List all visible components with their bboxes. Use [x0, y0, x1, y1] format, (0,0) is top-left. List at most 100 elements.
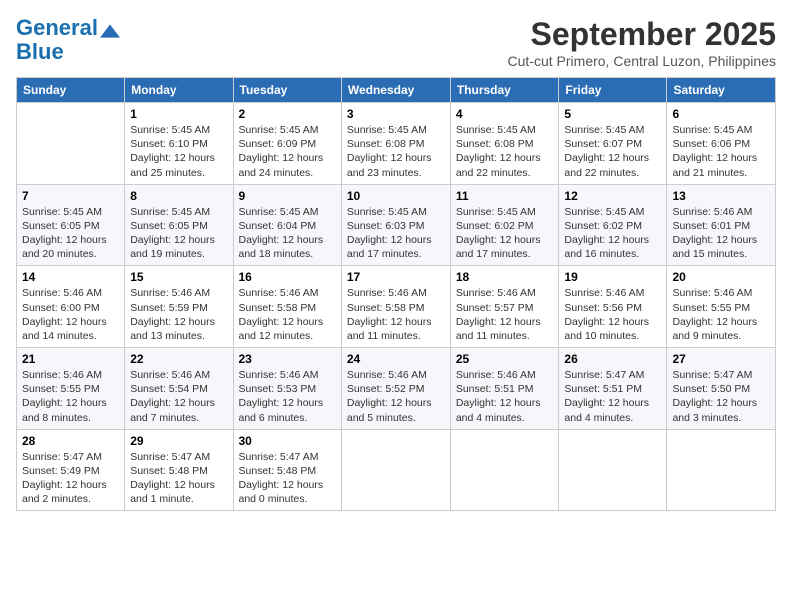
- day-number: 26: [564, 352, 661, 366]
- calendar-cell: 24 Sunrise: 5:46 AMSunset: 5:52 PMDayligh…: [341, 348, 450, 430]
- calendar-cell: 13 Sunrise: 5:46 AMSunset: 6:01 PMDayligh…: [667, 184, 776, 266]
- cell-info: Sunrise: 5:45 AMSunset: 6:02 PMDaylight:…: [456, 205, 554, 262]
- day-number: 29: [130, 434, 227, 448]
- calendar-cell: 25Sunrise: 5:46 AMSunset: 5:51 PMDayligh…: [450, 348, 559, 430]
- day-number: 11: [456, 189, 554, 203]
- cell-info: Sunrise: 5:47 AMSunset: 5:51 PMDaylight:…: [564, 368, 661, 425]
- calendar-cell: 29 Sunrise: 5:47 AMSunset: 5:48 PMDayligh…: [125, 429, 233, 511]
- day-number: 1: [130, 107, 227, 121]
- cell-info: Sunrise: 5:45 AMSunset: 6:05 PMDaylight:…: [22, 205, 119, 262]
- cell-info: Sunrise: 5:46 AMSunset: 5:53 PMDaylight:…: [239, 368, 336, 425]
- calendar-cell: 3 Sunrise: 5:45 AMSunset: 6:08 PMDaylight…: [341, 103, 450, 185]
- calendar-header-cell: Monday: [125, 78, 233, 103]
- day-number: 24: [347, 352, 445, 366]
- day-number: 21: [22, 352, 119, 366]
- calendar-header-cell: Wednesday: [341, 78, 450, 103]
- calendar-cell: 21 Sunrise: 5:46 AMSunset: 5:55 PMDayligh…: [17, 348, 125, 430]
- cell-info: Sunrise: 5:46 AMSunset: 5:56 PMDaylight:…: [564, 286, 661, 343]
- calendar-cell: 2Sunrise: 5:45 AMSunset: 6:09 PMDaylight…: [233, 103, 341, 185]
- cell-info: Sunrise: 5:46 AMSunset: 5:58 PMDaylight:…: [239, 286, 336, 343]
- calendar-cell: 1Sunrise: 5:45 AMSunset: 6:10 PMDaylight…: [125, 103, 233, 185]
- day-number: 28: [22, 434, 119, 448]
- calendar-cell: 14Sunrise: 5:46 AMSunset: 6:00 PMDayligh…: [17, 266, 125, 348]
- day-number: 16: [239, 270, 336, 284]
- calendar-header-cell: Saturday: [667, 78, 776, 103]
- cell-info: Sunrise: 5:45 AMSunset: 6:07 PMDaylight:…: [564, 123, 661, 180]
- page-header: GeneralBlue September 2025 Cut-cut Prime…: [16, 16, 776, 69]
- calendar-cell: 18 Sunrise: 5:46 AMSunset: 5:57 PMDayligh…: [450, 266, 559, 348]
- cell-info: Sunrise: 5:46 AMSunset: 5:54 PMDaylight:…: [130, 368, 227, 425]
- cell-info: Sunrise: 5:45 AMSunset: 6:05 PMDaylight:…: [130, 205, 227, 262]
- cell-info: Sunrise: 5:47 AMSunset: 5:48 PMDaylight:…: [239, 450, 336, 507]
- day-number: 4: [456, 107, 554, 121]
- calendar-cell: [559, 429, 667, 511]
- calendar-cell: 12 Sunrise: 5:45 AMSunset: 6:02 PMDayligh…: [559, 184, 667, 266]
- day-number: 5: [564, 107, 661, 121]
- day-number: 25: [456, 352, 554, 366]
- cell-info: Sunrise: 5:45 AMSunset: 6:09 PMDaylight:…: [239, 123, 336, 180]
- calendar-cell: 6Sunrise: 5:45 AMSunset: 6:06 PMDaylight…: [667, 103, 776, 185]
- subtitle: Cut-cut Primero, Central Luzon, Philippi…: [508, 53, 776, 69]
- calendar-header-cell: Sunday: [17, 78, 125, 103]
- calendar-cell: 10 Sunrise: 5:45 AMSunset: 6:03 PMDayligh…: [341, 184, 450, 266]
- cell-info: Sunrise: 5:45 AMSunset: 6:08 PMDaylight:…: [347, 123, 445, 180]
- calendar-header-cell: Friday: [559, 78, 667, 103]
- calendar-cell: 4 Sunrise: 5:45 AMSunset: 6:08 PMDaylight…: [450, 103, 559, 185]
- calendar-week-row: 1Sunrise: 5:45 AMSunset: 6:10 PMDaylight…: [17, 103, 776, 185]
- calendar-cell: 7 Sunrise: 5:45 AMSunset: 6:05 PMDaylight…: [17, 184, 125, 266]
- calendar-cell: 28 Sunrise: 5:47 AMSunset: 5:49 PMDayligh…: [17, 429, 125, 511]
- day-number: 3: [347, 107, 445, 121]
- calendar-cell: [450, 429, 559, 511]
- calendar: SundayMondayTuesdayWednesdayThursdayFrid…: [16, 77, 776, 511]
- calendar-cell: 16 Sunrise: 5:46 AMSunset: 5:58 PMDayligh…: [233, 266, 341, 348]
- cell-info: Sunrise: 5:47 AMSunset: 5:49 PMDaylight:…: [22, 450, 119, 507]
- day-number: 13: [672, 189, 770, 203]
- day-number: 12: [564, 189, 661, 203]
- calendar-week-row: 7 Sunrise: 5:45 AMSunset: 6:05 PMDaylight…: [17, 184, 776, 266]
- day-number: 8: [130, 189, 227, 203]
- day-number: 10: [347, 189, 445, 203]
- day-number: 17: [347, 270, 445, 284]
- calendar-cell: 26 Sunrise: 5:47 AMSunset: 5:51 PMDayligh…: [559, 348, 667, 430]
- day-number: 20: [672, 270, 770, 284]
- calendar-week-row: 21 Sunrise: 5:46 AMSunset: 5:55 PMDayligh…: [17, 348, 776, 430]
- day-number: 18: [456, 270, 554, 284]
- logo: GeneralBlue: [16, 16, 120, 64]
- calendar-cell: 22 Sunrise: 5:46 AMSunset: 5:54 PMDayligh…: [125, 348, 233, 430]
- calendar-cell: 17Sunrise: 5:46 AMSunset: 5:58 PMDayligh…: [341, 266, 450, 348]
- calendar-header-cell: Tuesday: [233, 78, 341, 103]
- cell-info: Sunrise: 5:46 AMSunset: 5:52 PMDaylight:…: [347, 368, 445, 425]
- calendar-cell: 27 Sunrise: 5:47 AMSunset: 5:50 PMDayligh…: [667, 348, 776, 430]
- day-number: 22: [130, 352, 227, 366]
- cell-info: Sunrise: 5:46 AMSunset: 5:57 PMDaylight:…: [456, 286, 554, 343]
- day-number: 27: [672, 352, 770, 366]
- cell-info: Sunrise: 5:45 AMSunset: 6:08 PMDaylight:…: [456, 123, 554, 180]
- calendar-cell: 8 Sunrise: 5:45 AMSunset: 6:05 PMDaylight…: [125, 184, 233, 266]
- calendar-week-row: 28 Sunrise: 5:47 AMSunset: 5:49 PMDayligh…: [17, 429, 776, 511]
- month-title: September 2025: [508, 16, 776, 53]
- calendar-cell: 30 Sunrise: 5:47 AMSunset: 5:48 PMDayligh…: [233, 429, 341, 511]
- day-number: 23: [239, 352, 336, 366]
- cell-info: Sunrise: 5:47 AMSunset: 5:48 PMDaylight:…: [130, 450, 227, 507]
- day-number: 9: [239, 189, 336, 203]
- calendar-cell: 23 Sunrise: 5:46 AMSunset: 5:53 PMDayligh…: [233, 348, 341, 430]
- calendar-cell: [667, 429, 776, 511]
- cell-info: Sunrise: 5:47 AMSunset: 5:50 PMDaylight:…: [672, 368, 770, 425]
- calendar-cell: 9Sunrise: 5:45 AMSunset: 6:04 PMDaylight…: [233, 184, 341, 266]
- day-number: 30: [239, 434, 336, 448]
- cell-info: Sunrise: 5:46 AMSunset: 6:01 PMDaylight:…: [672, 205, 770, 262]
- cell-info: Sunrise: 5:46 AMSunset: 5:55 PMDaylight:…: [22, 368, 119, 425]
- cell-info: Sunrise: 5:46 AMSunset: 5:55 PMDaylight:…: [672, 286, 770, 343]
- cell-info: Sunrise: 5:46 AMSunset: 5:59 PMDaylight:…: [130, 286, 227, 343]
- day-number: 15: [130, 270, 227, 284]
- calendar-cell: 15 Sunrise: 5:46 AMSunset: 5:59 PMDayligh…: [125, 266, 233, 348]
- calendar-body: 1Sunrise: 5:45 AMSunset: 6:10 PMDaylight…: [17, 103, 776, 511]
- calendar-cell: 19Sunrise: 5:46 AMSunset: 5:56 PMDayligh…: [559, 266, 667, 348]
- cell-info: Sunrise: 5:45 AMSunset: 6:06 PMDaylight:…: [672, 123, 770, 180]
- calendar-cell: [341, 429, 450, 511]
- calendar-header-cell: Thursday: [450, 78, 559, 103]
- cell-info: Sunrise: 5:45 AMSunset: 6:02 PMDaylight:…: [564, 205, 661, 262]
- cell-info: Sunrise: 5:45 AMSunset: 6:03 PMDaylight:…: [347, 205, 445, 262]
- calendar-cell: 11 Sunrise: 5:45 AMSunset: 6:02 PMDayligh…: [450, 184, 559, 266]
- day-number: 7: [22, 189, 119, 203]
